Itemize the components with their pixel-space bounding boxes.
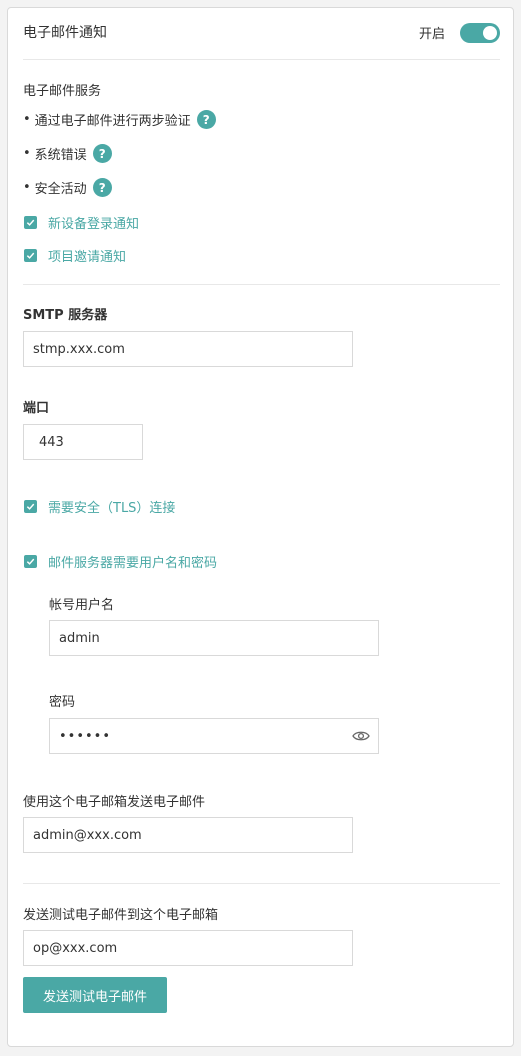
check-icon[interactable] bbox=[24, 249, 37, 262]
smtp-server-input[interactable]: stmp.xxx.com bbox=[23, 331, 353, 367]
toggle-knob bbox=[483, 26, 497, 40]
password-label: 密码 bbox=[49, 695, 76, 710]
from-email-input[interactable]: admin@xxx.com bbox=[23, 817, 353, 853]
bullet-label: 系统错误 bbox=[34, 148, 87, 163]
panel-title: 电子邮件通知 bbox=[23, 25, 107, 41]
check-icon[interactable] bbox=[24, 216, 37, 229]
divider bbox=[23, 59, 500, 60]
port-input[interactable]: 443 bbox=[23, 424, 143, 460]
check-icon[interactable] bbox=[24, 500, 37, 513]
help-icon[interactable]: ? bbox=[92, 144, 112, 163]
checkbox-auth-required[interactable]: 邮件服务器需要用户名和密码 bbox=[24, 552, 217, 571]
port-label: 端口 bbox=[23, 401, 50, 416]
test-email-label: 发送测试电子邮件到这个电子邮箱 bbox=[23, 908, 219, 923]
smtp-label: SMTP 服务器 bbox=[23, 308, 108, 323]
eye-icon[interactable] bbox=[352, 729, 370, 747]
bullet-two-step: • 通过电子邮件进行两步验证 ? bbox=[23, 110, 216, 129]
email-services-title: 电子邮件服务 bbox=[23, 84, 102, 99]
checkbox-tls[interactable]: 需要安全（TLS）连接 bbox=[24, 497, 175, 516]
divider bbox=[23, 883, 500, 884]
bullet-label: 通过电子邮件进行两步验证 bbox=[34, 114, 191, 129]
divider bbox=[23, 284, 500, 285]
check-icon[interactable] bbox=[24, 555, 37, 568]
checkbox-label: 需要安全（TLS）连接 bbox=[48, 501, 176, 516]
password-input[interactable]: •••••• bbox=[49, 718, 379, 754]
checkbox-label: 邮件服务器需要用户名和密码 bbox=[48, 556, 218, 571]
username-input[interactable]: admin bbox=[49, 620, 379, 656]
password-value: •••••• bbox=[59, 728, 112, 744]
toggle-label: 开启 bbox=[419, 27, 446, 42]
checkbox-new-device[interactable]: 新设备登录通知 bbox=[24, 213, 139, 232]
checkbox-label: 新设备登录通知 bbox=[48, 217, 140, 232]
send-test-email-button[interactable]: 发送测试电子邮件 bbox=[23, 977, 167, 1013]
help-icon[interactable]: ? bbox=[196, 110, 216, 129]
bullet-label: 安全活动 bbox=[34, 182, 87, 197]
username-label: 帐号用户名 bbox=[49, 598, 115, 613]
help-icon[interactable]: ? bbox=[92, 178, 112, 197]
checkbox-label: 项目邀请通知 bbox=[48, 250, 127, 265]
bullet-security: • 安全活动 ? bbox=[23, 178, 112, 197]
test-email-input[interactable]: op@xxx.com bbox=[23, 930, 353, 966]
email-notification-panel: 电子邮件通知 开启 电子邮件服务 • 通过电子邮件进行两步验证 ? • 系统错误… bbox=[7, 7, 514, 1047]
notification-toggle[interactable] bbox=[460, 23, 500, 43]
bullet-system-error: • 系统错误 ? bbox=[23, 144, 112, 163]
checkbox-project-invite[interactable]: 项目邀请通知 bbox=[24, 246, 126, 265]
from-email-label: 使用这个电子邮箱发送电子邮件 bbox=[23, 795, 206, 810]
